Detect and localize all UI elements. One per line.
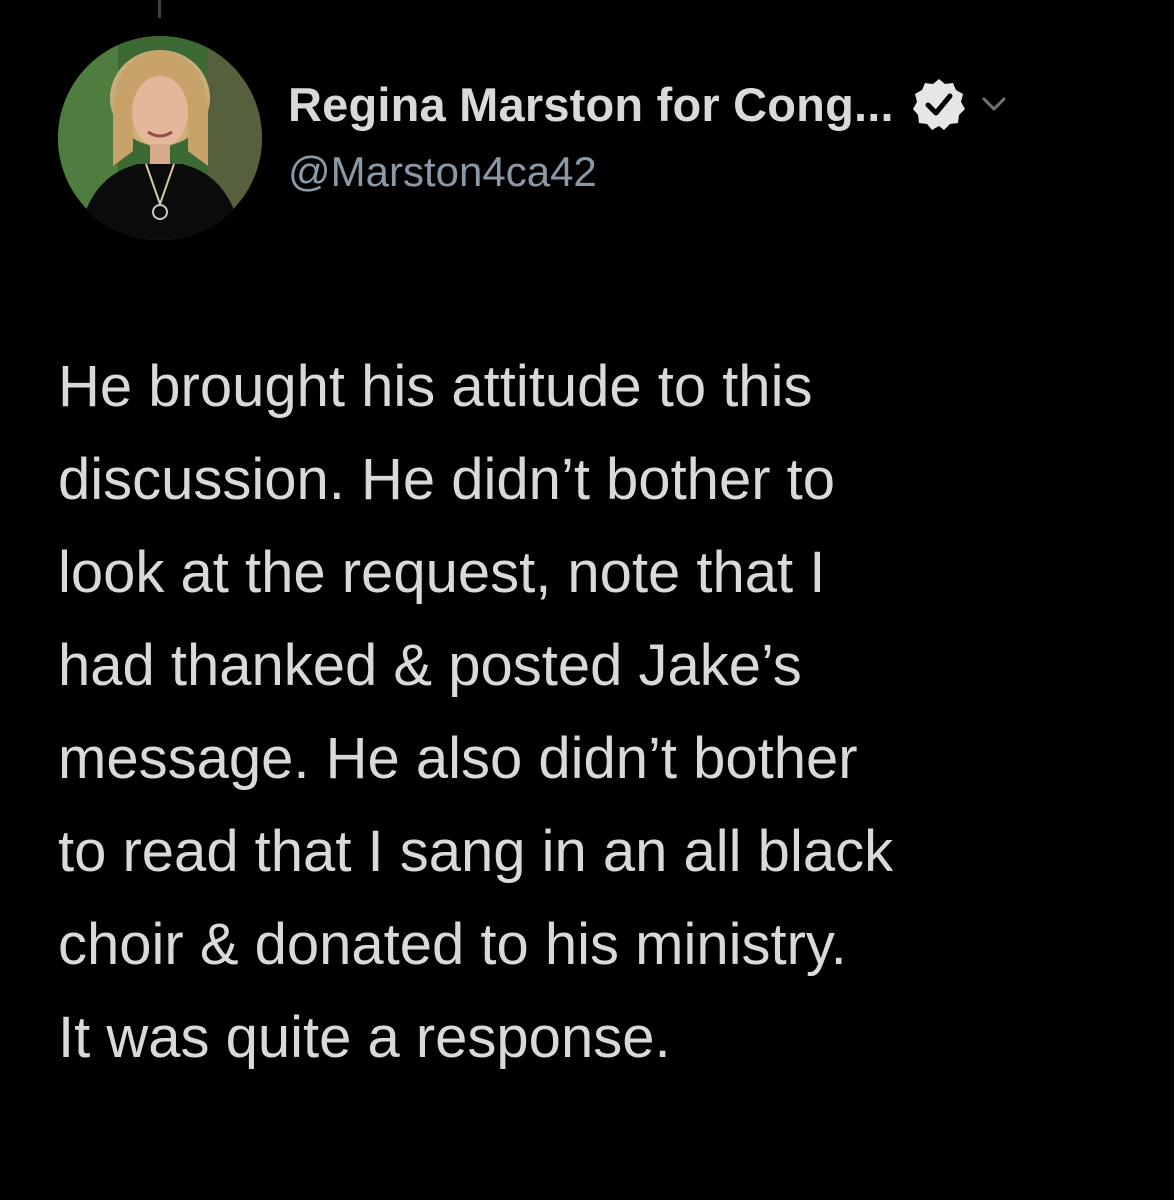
tweet-text-line: to read that I sang in an all black <box>58 819 894 884</box>
tweet-text-line: It was quite a response. <box>58 1005 671 1070</box>
avatar[interactable] <box>58 36 262 240</box>
author-handle[interactable]: @Marston4ca42 <box>288 148 597 196</box>
author-name-row[interactable]: Regina Marston for Cong... <box>288 74 1010 134</box>
profile-photo <box>58 36 262 240</box>
author-display-name[interactable]: Regina Marston for Cong... <box>288 77 894 132</box>
thread-connector-line <box>158 0 161 18</box>
tweet-text-line: look at the request, note that I <box>58 540 826 605</box>
tweet-text-line: choir & donated to his ministry. <box>58 912 847 977</box>
tweet-text-line: He brought his attitude to this <box>58 354 813 419</box>
tweet-text-line: message. He also didn’t bother <box>58 726 858 791</box>
verified-badge-icon <box>912 77 966 131</box>
tweet-text-line: had thanked & posted Jake’s <box>58 633 802 698</box>
tweet-body: He brought his attitude to this discussi… <box>58 340 1138 1084</box>
chevron-down-icon[interactable] <box>978 88 1010 120</box>
tweet-text-line: discussion. He didn’t bother to <box>58 447 835 512</box>
